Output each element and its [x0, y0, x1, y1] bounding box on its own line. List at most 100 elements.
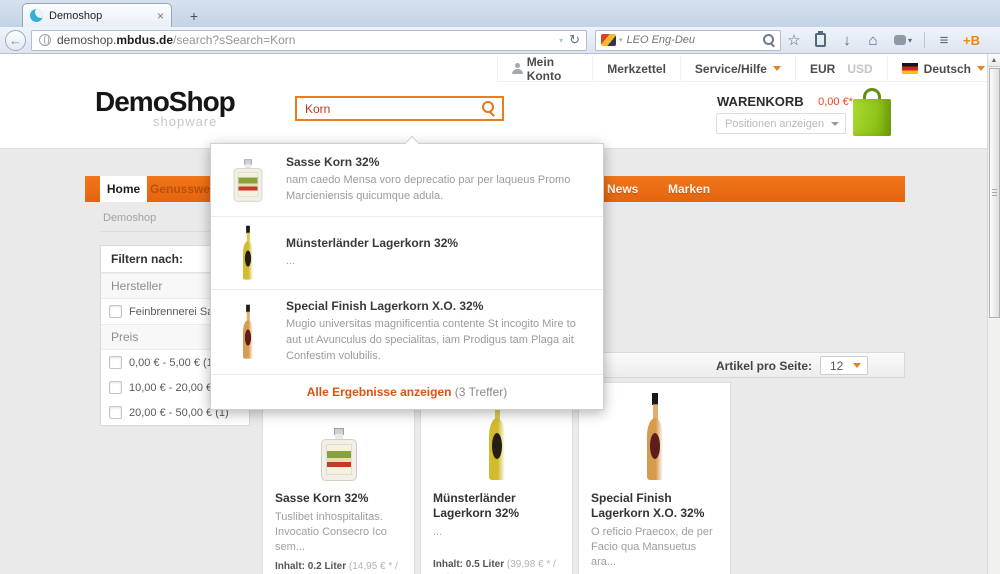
site-favicon-icon	[30, 9, 43, 22]
extension-dropdown-icon[interactable]: ▾	[908, 36, 912, 45]
scrollbar-thumb[interactable]	[989, 68, 1000, 318]
cart-total: 0,00 €*	[790, 96, 853, 108]
suggest-thumbnail	[225, 305, 271, 359]
chevron-down-icon	[831, 122, 839, 126]
chevron-down-icon	[853, 363, 861, 368]
product-card[interactable]: Münsterländer Lagerkorn 32% ... Inhalt: …	[420, 382, 573, 574]
flask-bottle-icon	[234, 159, 263, 201]
suggest-item[interactable]: Special Finish Lagerkorn X.O. 32% Mugio …	[211, 290, 603, 375]
chevron-down-icon	[977, 66, 985, 71]
tab-strip: Demoshop × +	[0, 0, 1000, 27]
per-page-label: Artikel pro Seite:	[716, 359, 812, 373]
currency-usd[interactable]: USD	[847, 62, 872, 76]
bookmark-star-icon[interactable]: ☆	[781, 31, 807, 49]
suggest-item[interactable]: Münsterländer Lagerkorn 32% ...	[211, 217, 603, 290]
browser-search-input[interactable]	[627, 34, 763, 46]
german-flag-icon	[902, 63, 918, 74]
language-label: Deutsch	[924, 62, 971, 76]
browser-tab[interactable]: Demoshop ×	[22, 3, 172, 27]
suggest-title[interactable]: Münsterländer Lagerkorn 32%	[286, 236, 589, 250]
new-tab-button[interactable]: +	[182, 6, 206, 26]
per-page-select[interactable]: 12	[820, 356, 868, 375]
shop-search-form[interactable]	[295, 96, 504, 121]
thin-bottle-icon	[645, 393, 665, 481]
search-engine-icon[interactable]	[601, 34, 616, 46]
search-icon[interactable]	[763, 34, 775, 46]
show-all-results-link[interactable]: Alle Ergebnisse anzeigen	[307, 385, 452, 399]
service-label: Service/Hilfe	[695, 62, 767, 76]
product-card[interactable]: Sasse Korn 32% Tuslibet inhospitalitas. …	[262, 382, 415, 574]
suggest-thumbnail	[225, 153, 271, 207]
shopping-bag-icon[interactable]	[853, 88, 891, 138]
tab-title: Demoshop	[49, 10, 151, 22]
scroll-up-icon[interactable]: ▲	[988, 54, 1000, 67]
chevron-down-icon	[773, 66, 781, 71]
checkbox[interactable]	[109, 356, 122, 369]
product-title[interactable]: Special Finish Lagerkorn X.O. 32%	[591, 491, 718, 521]
flask-bottle-icon	[321, 428, 357, 481]
nav-item-home[interactable]: Home	[100, 176, 147, 202]
suggest-title[interactable]: Sasse Korn 32%	[286, 155, 589, 169]
thin-bottle-icon	[242, 226, 254, 281]
page-scrollbar[interactable]: ▲	[987, 54, 1000, 574]
per-page-value: 12	[830, 359, 843, 373]
search-suggest-dropdown: Sasse Korn 32% nam caedo Mensa voro depr…	[210, 143, 604, 410]
suggest-item[interactable]: Sasse Korn 32% nam caedo Mensa voro depr…	[211, 144, 603, 217]
menu-icon[interactable]: ≡	[931, 32, 957, 49]
suggest-footer: Alle Ergebnisse anzeigen (3 Treffer)	[211, 375, 603, 409]
language-menu[interactable]: Deutsch	[887, 56, 1000, 82]
product-card[interactable]: Special Finish Lagerkorn X.O. 32% O refi…	[578, 382, 731, 574]
checkbox[interactable]	[109, 406, 122, 419]
product-description: Tuslibet inhospitalitas. Invocatio Conse…	[275, 510, 402, 555]
filter-option-label[interactable]: 0,00 € - 5,00 € (1)	[129, 357, 216, 369]
cart-positions-label: Positionen anzeigen	[725, 118, 824, 130]
shop-search-input[interactable]	[297, 102, 481, 116]
bag-body	[853, 99, 891, 136]
wishlist-label: Merkzettel	[607, 62, 666, 76]
unit-amount: Inhalt: 0.5 Liter	[433, 559, 504, 570]
cart-positions-dropdown[interactable]: Positionen anzeigen	[716, 113, 846, 134]
account-link[interactable]: Mein Konto	[497, 56, 592, 82]
service-menu[interactable]: Service/Hilfe	[680, 56, 795, 82]
urlbar-dropdown-icon[interactable]: ▾	[559, 36, 563, 45]
browser-window: Demoshop × + ← demoshop. mbdus.de /searc…	[0, 0, 1000, 574]
toolbar-divider	[924, 32, 925, 48]
unit-amount: Inhalt: 0.2 Liter	[275, 561, 346, 572]
tab-close-icon[interactable]: ×	[157, 9, 164, 23]
reload-icon[interactable]: ↻	[569, 32, 580, 48]
nav-item-marken[interactable]: Marken	[668, 176, 710, 202]
wishlist-link[interactable]: Merkzettel	[592, 56, 680, 82]
search-engine-dropdown-icon[interactable]: ▾	[619, 36, 623, 44]
currency-switch[interactable]: EUR USD	[795, 56, 887, 82]
bookmarks-menu-icon[interactable]	[815, 33, 826, 47]
checkbox[interactable]	[109, 381, 122, 394]
suggest-title[interactable]: Special Finish Lagerkorn X.O. 32%	[286, 299, 589, 313]
product-unit-info: Inhalt: 0.2 Liter (14,95 € * / 1 Liter)	[275, 560, 402, 574]
account-label: Mein Konto	[527, 55, 579, 83]
globe-icon	[39, 34, 51, 46]
url-prefix: demoshop.	[57, 33, 116, 47]
thin-bottle-icon	[242, 305, 254, 360]
user-icon	[512, 63, 521, 74]
account-bar: Mein Konto Merkzettel Service/Hilfe EUR …	[497, 56, 1000, 82]
plus-b-addon-icon[interactable]: +B	[963, 33, 980, 48]
shop-page: Mein Konto Merkzettel Service/Hilfe EUR …	[0, 54, 1000, 574]
browser-toolbar: ← demoshop. mbdus.de /search?sSearch=Kor…	[0, 27, 1000, 54]
checkbox[interactable]	[109, 305, 122, 318]
back-button[interactable]: ←	[5, 30, 26, 51]
downloads-icon[interactable]: ↓	[834, 32, 860, 49]
browser-search-bar[interactable]: ▾	[595, 30, 781, 51]
search-icon[interactable]	[481, 101, 496, 116]
nav-item-news[interactable]: News	[607, 176, 638, 202]
home-icon[interactable]: ⌂	[860, 32, 886, 49]
product-title[interactable]: Münsterländer Lagerkorn 32%	[433, 491, 560, 521]
url-bar[interactable]: demoshop. mbdus.de /search?sSearch=Korn …	[31, 30, 587, 51]
shop-logo-subtitle: shopware	[153, 114, 217, 129]
product-image[interactable]	[591, 383, 718, 481]
product-title[interactable]: Sasse Korn 32%	[275, 491, 402, 506]
currency-eur[interactable]: EUR	[810, 62, 835, 76]
suggest-description: ...	[286, 254, 589, 270]
suggest-description: Mugio universitas magnificentia contente…	[286, 317, 589, 365]
extension-icon[interactable]	[894, 35, 906, 45]
product-unit-info: Inhalt: 0.5 Liter (39,98 € * / 1 Liter)	[433, 558, 560, 574]
